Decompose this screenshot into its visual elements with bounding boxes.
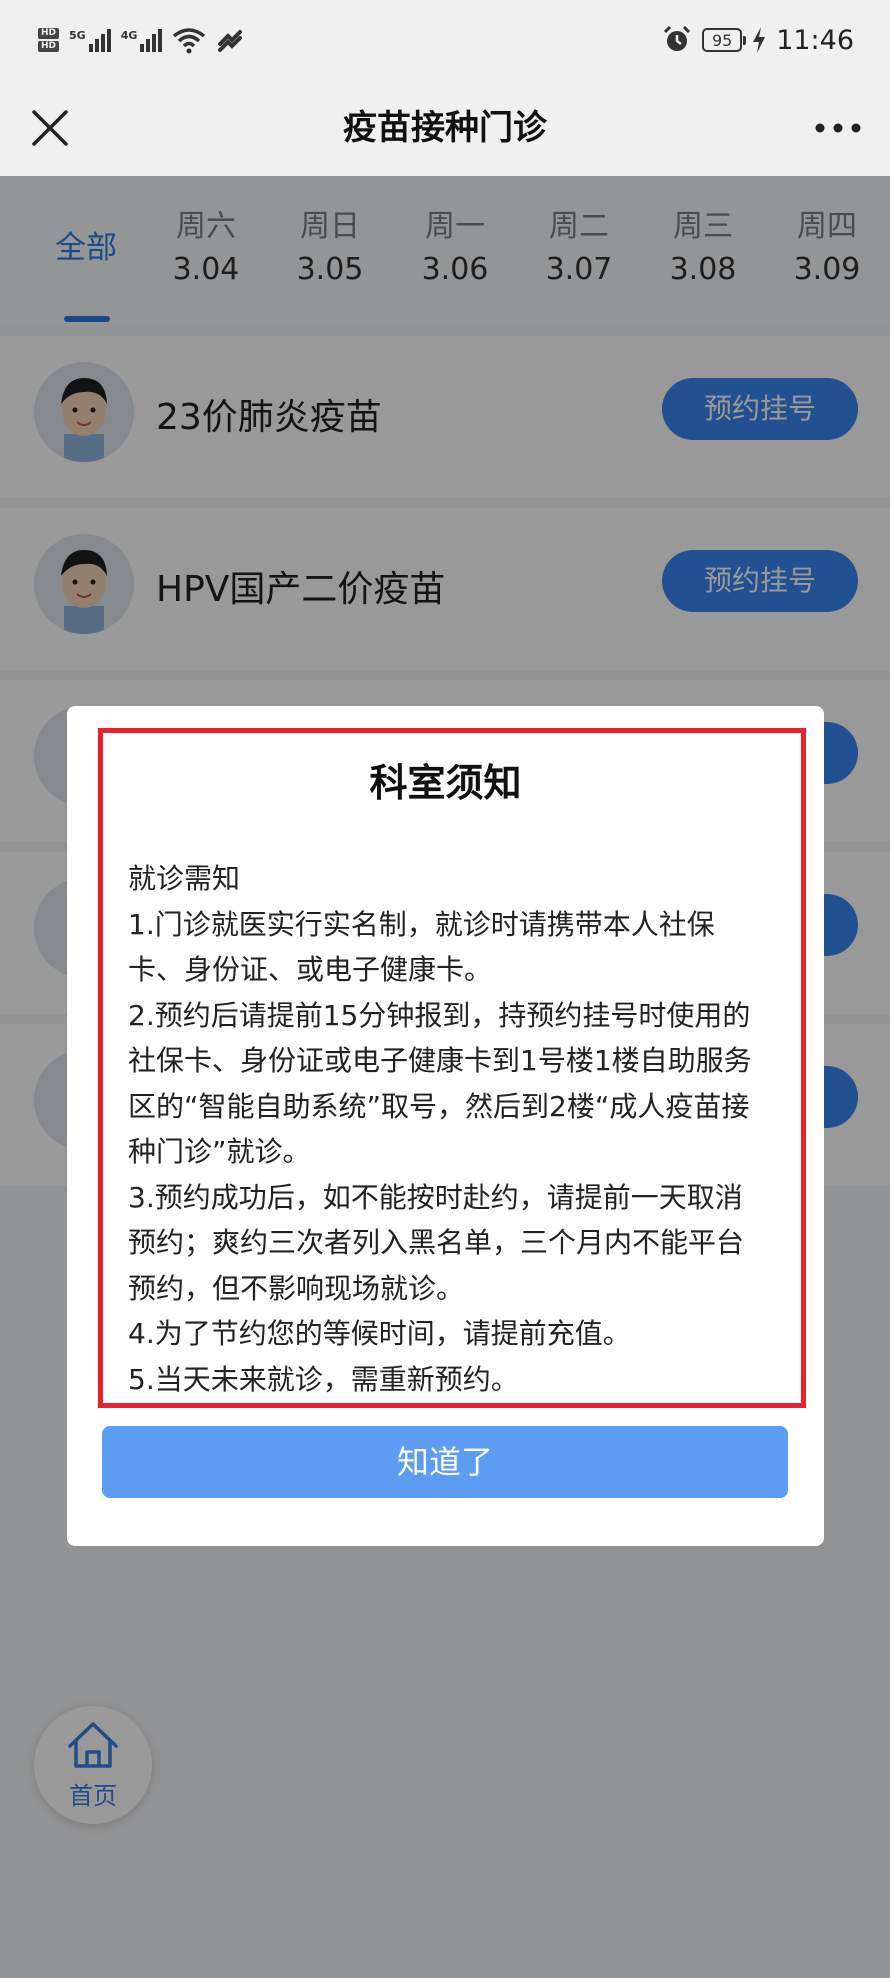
title-bar: 疫苗接种门诊 <box>0 80 890 176</box>
page-title: 疫苗接种门诊 <box>343 108 547 148</box>
hd-indicators: HD HD <box>38 28 60 52</box>
signal-5g: 5G <box>69 28 111 52</box>
alarm-icon <box>664 25 691 51</box>
status-left: HD HD 5G 4G <box>38 20 244 60</box>
signal-bar-icon <box>158 28 163 52</box>
notice-line: 就诊需知 <box>128 862 241 895</box>
notice-line: 4.为了节约您的等候时间，请提前充值。 <box>128 1317 631 1350</box>
more-menu-button[interactable] <box>806 102 870 154</box>
battery-level: 95 <box>702 28 747 52</box>
notice-line: 5.当天未来就诊，需重新预约。 <box>128 1362 519 1396</box>
signal-bar-icon <box>100 33 105 52</box>
signal-4g: 4G <box>120 28 163 52</box>
confirm-button[interactable]: 知道了 <box>102 1426 788 1498</box>
dialog-title: 科室须知 <box>369 761 522 805</box>
notice-line: 2.预约后请提前15分钟报到，持预约挂号时使用的社保卡、身份证或电子健康卡到1号… <box>128 998 752 1169</box>
hd-badge-1: HD <box>38 28 60 39</box>
status-bar: HD HD 5G 4G 95 11:46 <box>0 0 890 80</box>
signal-bar-icon <box>140 43 145 52</box>
notice-line: 1.门诊就医实行实名制，就诊时请携带本人社保卡、身份证、或电子健康卡。 <box>128 907 715 987</box>
net-type-2: 4G <box>120 28 138 42</box>
notice-line: 3.预约成功后，如不能按时赴约，请提前一天取消预约；爽约三次者列入黑名单，三个月… <box>128 1180 745 1305</box>
hd-badge-2: HD <box>38 41 60 52</box>
signal-bar-icon <box>88 43 93 52</box>
status-right: 95 11:46 <box>662 18 854 62</box>
data-saver-icon <box>218 30 243 52</box>
net-type-1: 5G <box>69 28 86 42</box>
status-time: 11:46 <box>776 24 854 56</box>
signal-bar-icon <box>146 38 151 52</box>
signal-bar-icon <box>106 28 111 52</box>
charging-icon <box>753 27 766 53</box>
more-icon <box>815 123 861 133</box>
wifi-icon <box>173 28 206 54</box>
dialog-body: 就诊需知 1.门诊就医实行实名制，就诊时请携带本人社保卡、身份证、或电子健康卡。… <box>128 856 760 1402</box>
signal-bar-icon <box>94 38 99 52</box>
signal-bar-icon <box>152 33 157 52</box>
